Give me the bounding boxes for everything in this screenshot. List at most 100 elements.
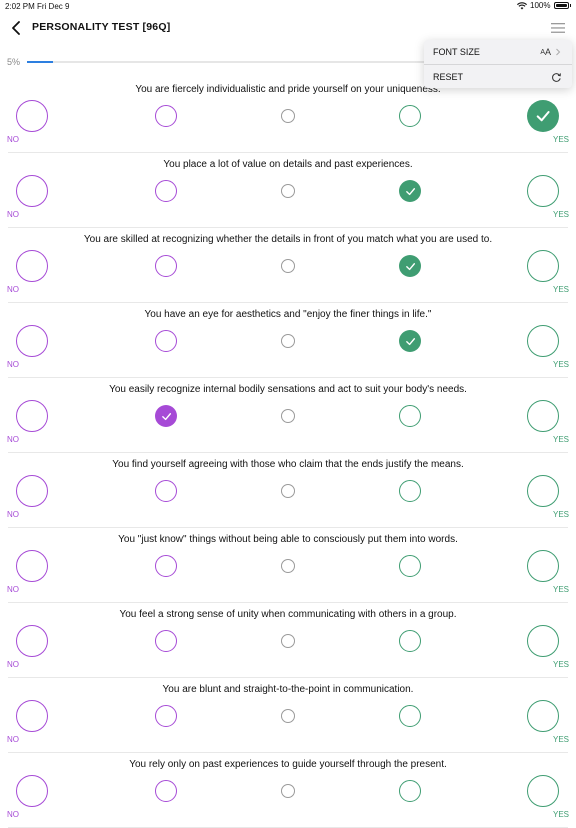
page-title: PERSONALITY TEST [96Q] xyxy=(32,21,171,33)
option-neutral[interactable] xyxy=(281,634,295,648)
question-text: You have an eye for aesthetics and "enjo… xyxy=(144,309,432,320)
option-agree[interactable] xyxy=(399,330,421,352)
yes-label: YES xyxy=(552,810,569,819)
option-neutral[interactable] xyxy=(281,184,295,198)
yes-label: YES xyxy=(552,435,569,444)
option-agree[interactable] xyxy=(399,630,421,652)
option-disagree[interactable] xyxy=(155,705,177,727)
option-agree[interactable] xyxy=(399,555,421,577)
checkmark-icon xyxy=(405,337,415,345)
no-label: NO xyxy=(7,435,19,444)
question-item: You "just know" things without being abl… xyxy=(0,528,576,603)
chevron-right-icon xyxy=(556,48,561,56)
option-agree[interactable] xyxy=(399,480,421,502)
no-label: NO xyxy=(7,360,19,369)
option-strongly-agree[interactable] xyxy=(527,100,559,132)
no-label: NO xyxy=(7,585,19,594)
option-strongly-disagree[interactable] xyxy=(16,550,48,582)
question-item: You have an eye for aesthetics and "enjo… xyxy=(0,303,576,378)
option-agree[interactable] xyxy=(399,780,421,802)
option-strongly-agree[interactable] xyxy=(527,700,559,732)
menu-button[interactable] xyxy=(550,20,566,36)
checkmark-icon xyxy=(161,412,171,420)
option-agree[interactable] xyxy=(399,705,421,727)
hamburger-menu-icon xyxy=(551,23,565,33)
option-strongly-agree[interactable] xyxy=(527,175,559,207)
question-text: You easily recognize internal bodily sen… xyxy=(109,384,467,395)
wifi-icon xyxy=(517,1,528,9)
status-time: 2:02 PM xyxy=(5,2,35,11)
option-strongly-disagree[interactable] xyxy=(16,775,48,807)
option-neutral[interactable] xyxy=(281,784,295,798)
option-strongly-disagree[interactable] xyxy=(16,625,48,657)
status-bar: 2:02 PM Fri Dec 9 100% xyxy=(0,0,576,12)
status-date: Fri Dec 9 xyxy=(37,2,70,11)
no-label: NO xyxy=(7,510,19,519)
option-strongly-agree[interactable] xyxy=(527,475,559,507)
no-label: NO xyxy=(7,810,19,819)
question-text: You rely only on past experiences to gui… xyxy=(129,759,447,770)
question-item: You are blunt and straight-to-the-point … xyxy=(0,678,576,753)
question-item: You easily recognize internal bodily sen… xyxy=(0,378,576,453)
option-agree[interactable] xyxy=(399,255,421,277)
battery-percent: 100% xyxy=(530,1,551,10)
yes-label: YES xyxy=(552,285,569,294)
question-list: You are fiercely individualistic and pri… xyxy=(0,78,576,828)
question-text: You place a lot of value on details and … xyxy=(163,159,413,170)
option-neutral[interactable] xyxy=(281,334,295,348)
option-disagree[interactable] xyxy=(155,480,177,502)
menu-item-label: RESET xyxy=(433,72,464,82)
option-disagree[interactable] xyxy=(155,630,177,652)
option-strongly-agree[interactable] xyxy=(527,250,559,282)
option-neutral[interactable] xyxy=(281,559,295,573)
option-strongly-disagree[interactable] xyxy=(16,400,48,432)
option-strongly-agree[interactable] xyxy=(527,550,559,582)
option-agree[interactable] xyxy=(399,105,421,127)
option-agree[interactable] xyxy=(399,180,421,202)
option-strongly-disagree[interactable] xyxy=(16,100,48,132)
option-strongly-agree[interactable] xyxy=(527,775,559,807)
font-size-icon: AA xyxy=(540,47,562,57)
option-disagree[interactable] xyxy=(155,105,177,127)
option-strongly-agree[interactable] xyxy=(527,400,559,432)
checkmark-icon xyxy=(405,262,415,270)
checkmark-icon xyxy=(405,187,415,195)
question-item: You rely only on past experiences to gui… xyxy=(0,753,576,828)
question-text: You are skilled at recognizing whether t… xyxy=(83,234,493,245)
option-neutral[interactable] xyxy=(281,109,295,123)
option-strongly-disagree[interactable] xyxy=(16,325,48,357)
option-strongly-agree[interactable] xyxy=(527,325,559,357)
option-neutral[interactable] xyxy=(281,259,295,273)
question-text: You "just know" things without being abl… xyxy=(118,534,458,545)
yes-label: YES xyxy=(552,735,569,744)
yes-label: YES xyxy=(552,510,569,519)
option-disagree[interactable] xyxy=(155,780,177,802)
question-item: You place a lot of value on details and … xyxy=(0,153,576,228)
menu-item-reset[interactable]: RESET xyxy=(424,65,572,89)
option-strongly-disagree[interactable] xyxy=(16,250,48,282)
option-disagree[interactable] xyxy=(155,405,177,427)
option-disagree[interactable] xyxy=(155,555,177,577)
menu-item-font-size[interactable]: FONT SIZE AA xyxy=(424,40,572,64)
option-strongly-disagree[interactable] xyxy=(16,475,48,507)
option-disagree[interactable] xyxy=(155,255,177,277)
option-strongly-disagree[interactable] xyxy=(16,700,48,732)
no-label: NO xyxy=(7,285,19,294)
option-neutral[interactable] xyxy=(281,484,295,498)
option-agree[interactable] xyxy=(399,405,421,427)
option-disagree[interactable] xyxy=(155,330,177,352)
no-label: NO xyxy=(7,735,19,744)
question-text: You are blunt and straight-to-the-point … xyxy=(162,684,414,695)
back-button[interactable] xyxy=(6,18,26,38)
option-strongly-disagree[interactable] xyxy=(16,175,48,207)
no-label: NO xyxy=(7,135,19,144)
yes-label: YES xyxy=(552,135,569,144)
question-item: You are fiercely individualistic and pri… xyxy=(0,78,576,153)
question-text: You feel a strong sense of unity when co… xyxy=(119,609,457,620)
option-neutral[interactable] xyxy=(281,409,295,423)
option-disagree[interactable] xyxy=(155,180,177,202)
status-right: 100% xyxy=(517,1,571,10)
options-dropdown: FONT SIZE AA RESET xyxy=(424,40,572,88)
option-neutral[interactable] xyxy=(281,709,295,723)
option-strongly-agree[interactable] xyxy=(527,625,559,657)
